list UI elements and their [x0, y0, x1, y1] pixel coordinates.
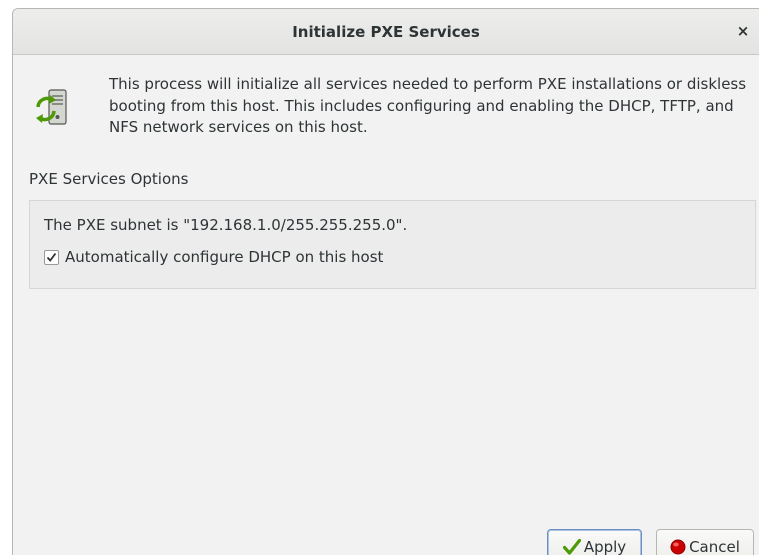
red-circle-icon [670, 539, 686, 555]
checkmark-icon [46, 252, 57, 262]
section-label: PXE Services Options [29, 170, 189, 188]
dialog-window: Initialize PXE Services × This process w… [12, 8, 759, 555]
cancel-button-label: Cancel [689, 537, 740, 555]
description-text: This process will initialize all service… [109, 75, 747, 136]
dhcp-checkbox[interactable] [44, 249, 59, 265]
dhcp-checkbox-label: Automatically configure DHCP on this hos… [65, 248, 384, 266]
close-icon: × [736, 22, 750, 40]
apply-button-label: Apply [583, 537, 627, 555]
dhcp-checkbox-row[interactable]: Automatically configure DHCP on this hos… [44, 246, 383, 268]
apply-button[interactable]: Apply [547, 529, 642, 555]
titlebar[interactable]: Initialize PXE Services × [13, 9, 759, 55]
cancel-button[interactable]: Cancel [656, 529, 754, 555]
close-button[interactable]: × [733, 21, 753, 41]
window-title: Initialize PXE Services [292, 23, 480, 41]
network-server-refresh-icon [35, 87, 71, 129]
options-frame: The PXE subnet is "192.168.1.0/255.255.2… [29, 200, 756, 289]
checkmark-icon [562, 538, 581, 555]
subnet-text: The PXE subnet is "192.168.1.0/255.255.2… [44, 216, 408, 234]
